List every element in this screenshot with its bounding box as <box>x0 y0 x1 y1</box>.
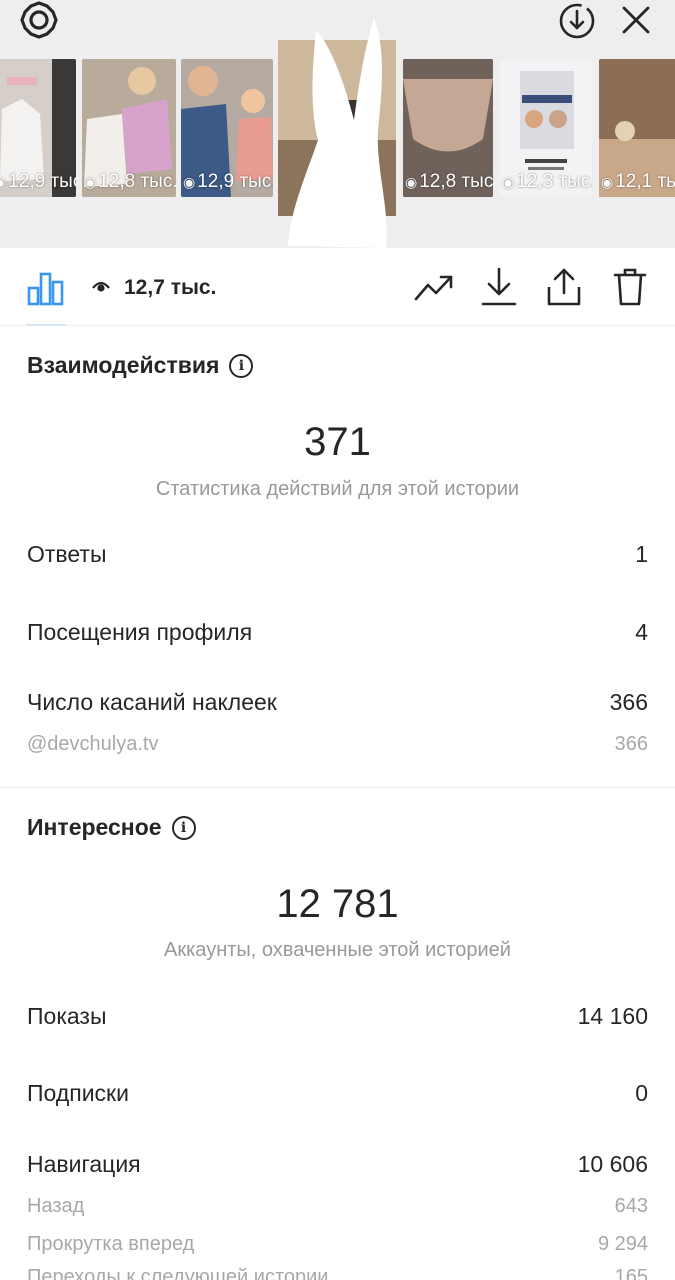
story-thumbnail[interactable]: ◉ 12,8 тыс. <box>82 59 176 197</box>
stat-row: Посещения профиля 4 <box>27 619 648 646</box>
scribble-overlay <box>288 18 387 248</box>
stat-label: Посещения профиля <box>27 619 253 645</box>
stat-row: Число касаний наклеек 366 <box>27 689 648 716</box>
section-divider <box>0 787 675 788</box>
stat-row: Ответы 1 <box>27 541 648 568</box>
nav-sub-label: Назад <box>27 1195 85 1217</box>
thumbnail-views: 12,1 тыс. <box>615 171 675 192</box>
eye-icon: ◉ <box>502 173 515 190</box>
nav-sub-label: Переходы к следующей истории <box>27 1266 329 1280</box>
thumbnail-views: 12,9 тыс. <box>197 171 273 192</box>
discovery-total: 12 781 <box>276 882 399 926</box>
stat-label: Подписки <box>27 1080 129 1106</box>
story-thumbnail[interactable]: ◉12,9 тыс. <box>181 59 273 197</box>
thumbnail-views: 12,3 тыс. <box>516 171 592 192</box>
stat-value: 366 <box>609 689 648 715</box>
close-icon[interactable] <box>616 0 656 40</box>
thumbnail-views: 12,9 тыс. <box>8 171 76 192</box>
stat-value: 0 <box>635 1080 648 1106</box>
interactions-caption: Статистика действий для этой истории <box>155 478 520 500</box>
views-count: 12,7 тыс. <box>92 276 216 300</box>
stat-row: Навигация 10 606 <box>27 1151 648 1178</box>
thumbnail-views: 12,8 тыс. <box>419 171 493 192</box>
nav-sub-row: Прокрутка вперед 9 294 <box>27 1233 648 1256</box>
discovery-heading: Интересное i <box>27 814 196 841</box>
nav-sub-value: 643 <box>614 1195 648 1217</box>
trash-icon[interactable] <box>610 266 650 308</box>
active-tab-indicator <box>26 324 66 326</box>
stories-strip-area: ◉12,9 тыс. ◉12,8 тыс. ◉12,9 тыс. <box>0 0 675 248</box>
eye-icon: ◉ <box>601 173 614 190</box>
nav-sub-value: 165 <box>614 1266 648 1280</box>
info-icon[interactable]: i <box>229 353 254 378</box>
stat-label: Показы <box>27 1003 107 1029</box>
stat-value: 10 606 <box>577 1151 648 1177</box>
stat-value: 4 <box>635 619 648 645</box>
eye-icon <box>92 276 110 300</box>
eye-icon: ◉ <box>183 173 196 190</box>
download-icon[interactable] <box>479 266 519 308</box>
nav-sub-row: Переходы к следующей истории 165 <box>27 1266 648 1280</box>
stat-label: Ответы <box>27 541 107 567</box>
insights-bar-chart-icon[interactable] <box>26 270 66 306</box>
gear-icon[interactable] <box>18 0 60 40</box>
story-toolbar: 12,7 тыс. <box>0 248 675 326</box>
stat-label: Число касаний наклеек <box>27 689 277 715</box>
stat-value: 14 160 <box>577 1003 648 1029</box>
eye-icon: ◉ <box>0 173 7 190</box>
interactions-total: 371 <box>304 420 371 464</box>
stat-row: Показы 14 160 <box>27 1003 648 1030</box>
eye-icon: ◉ <box>84 173 97 190</box>
nav-sub-label: Прокрутка вперед <box>27 1233 195 1255</box>
trending-icon[interactable] <box>413 270 455 306</box>
story-thumbnail[interactable]: ◉12,9 тыс. <box>0 59 76 197</box>
stat-value: 1 <box>635 541 648 567</box>
story-thumbnail[interactable]: ◉ 12,8 тыс. <box>403 59 493 197</box>
download-circle-icon[interactable] <box>556 0 598 40</box>
story-thumbnail[interactable]: ◉12,1 тыс. <box>599 59 675 197</box>
discovery-caption: Аккаунты, охваченные этой историей <box>164 939 511 961</box>
nav-sub-value: 9 294 <box>597 1233 648 1255</box>
nav-sub-row: Назад 643 <box>27 1195 648 1218</box>
sticker-value: 366 <box>614 733 648 755</box>
share-icon[interactable] <box>544 266 584 308</box>
info-icon[interactable]: i <box>171 815 196 840</box>
discovery-title: Интересное <box>27 814 162 840</box>
eye-icon: ◉ <box>405 173 418 190</box>
sticker-mention: @devchulya.tv <box>27 733 159 755</box>
interactions-heading: Взаимодействия i <box>27 352 254 379</box>
thumbnail-views: 12,8 тыс. <box>98 171 176 192</box>
interactions-title: Взаимодействия <box>27 352 220 378</box>
stat-label: Навигация <box>27 1151 141 1177</box>
sticker-row[interactable]: @devchulya.tv 366 <box>27 733 648 756</box>
views-value: 12,7 тыс. <box>124 276 217 299</box>
stat-row: Подписки 0 <box>27 1080 648 1107</box>
story-thumbnail[interactable]: ◉ 12,3 тыс. <box>500 59 592 197</box>
